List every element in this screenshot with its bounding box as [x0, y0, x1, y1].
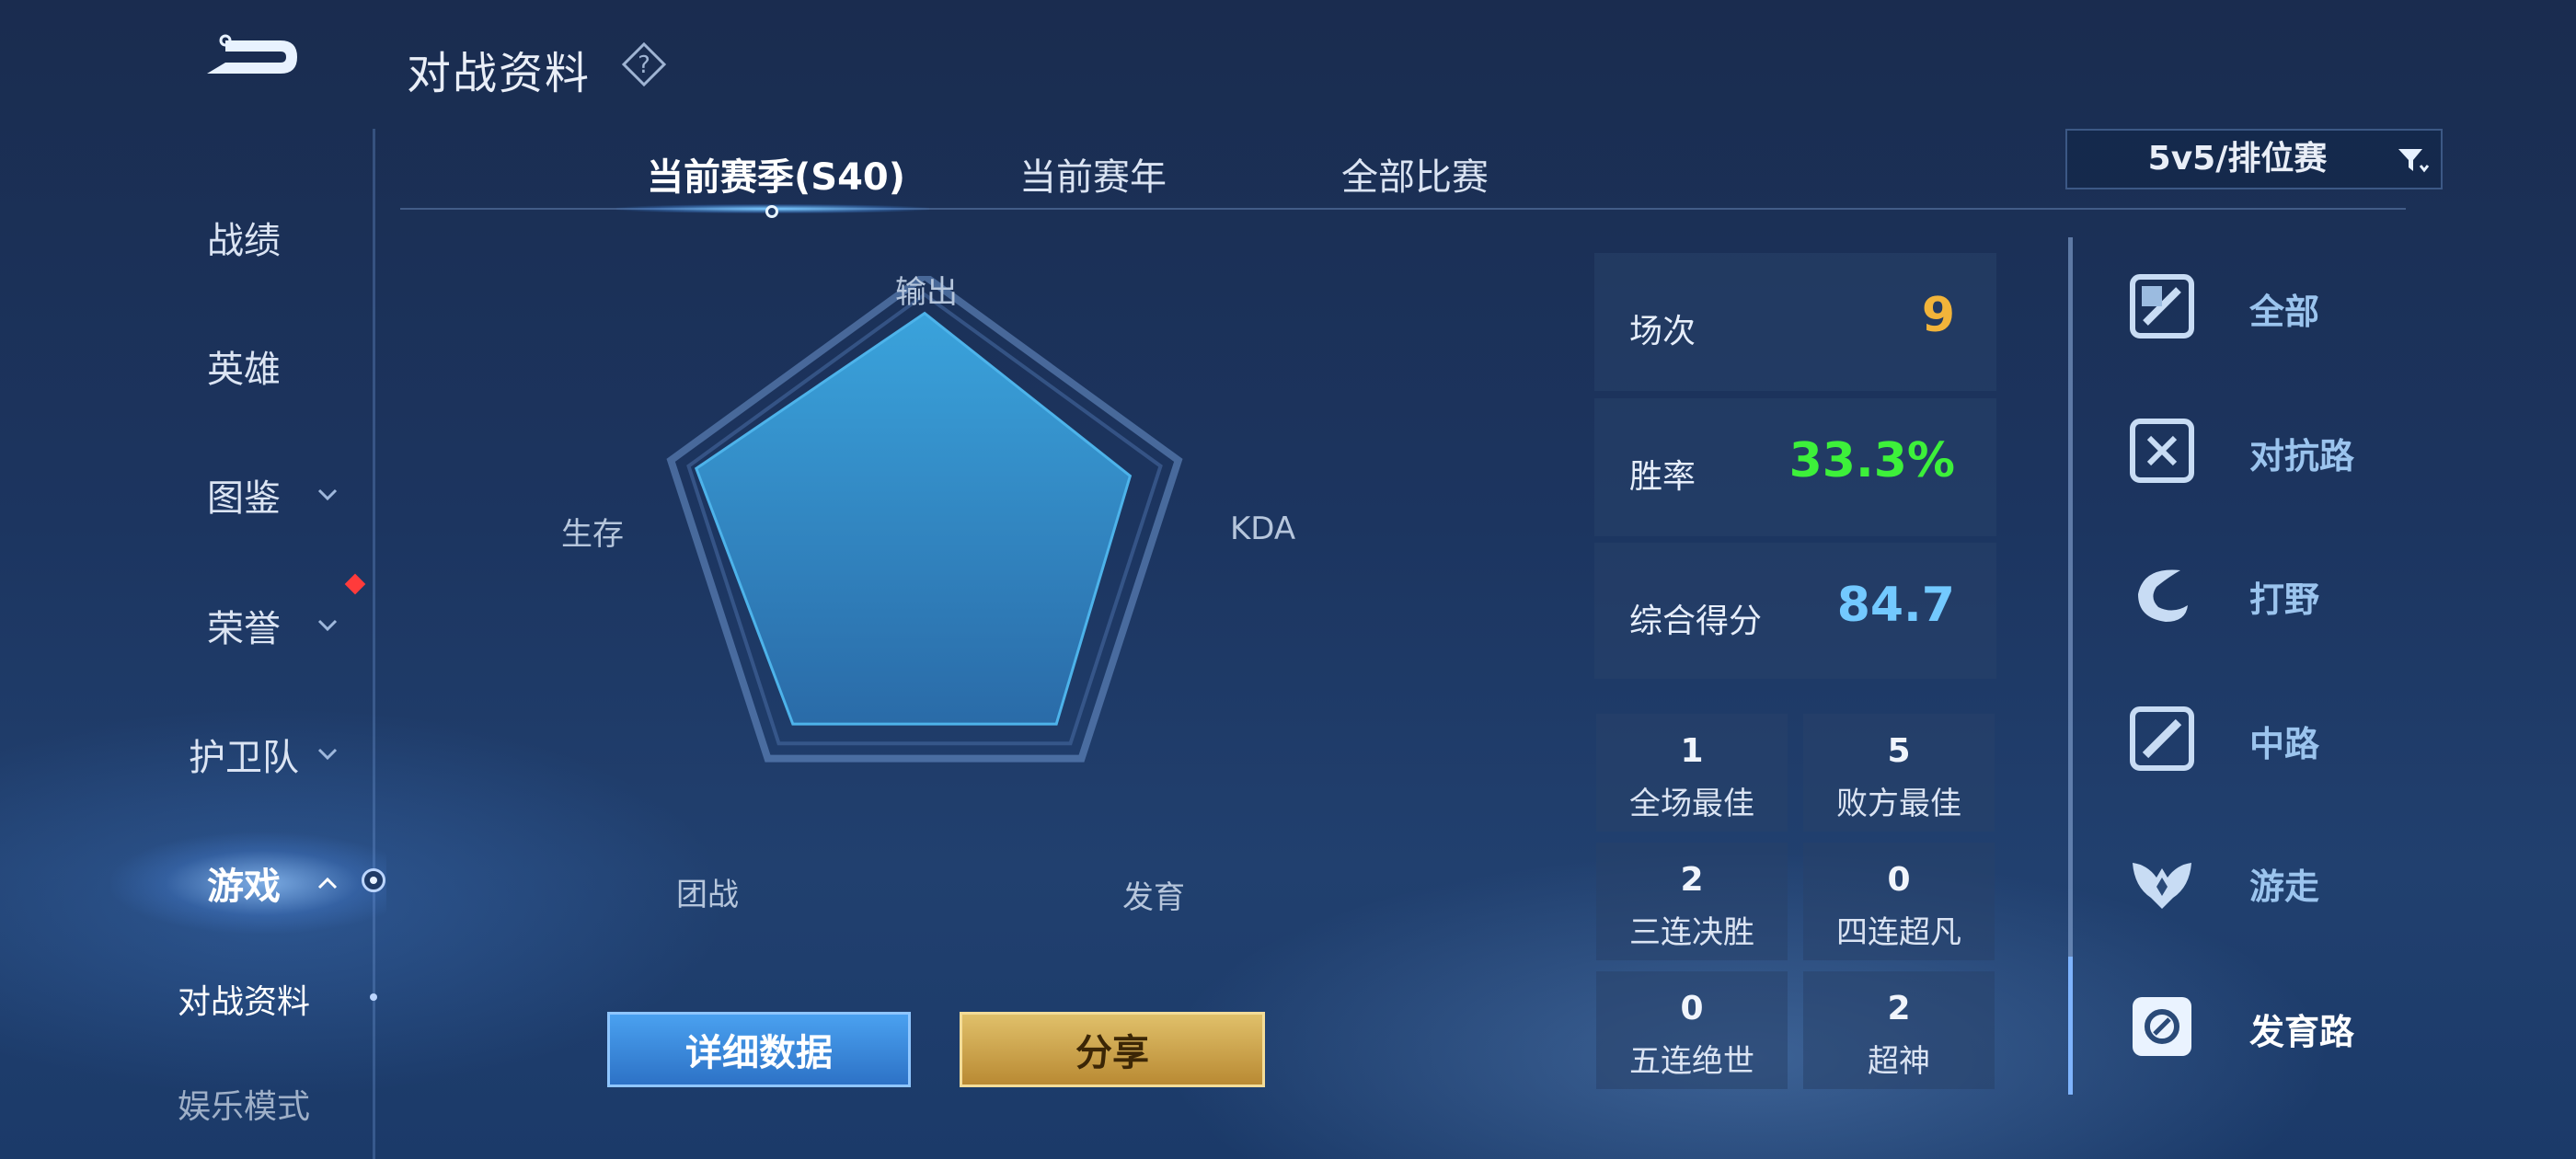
back-arrow-icon — [207, 34, 297, 74]
mode-dropdown-value: 5v5/排位赛 — [2147, 140, 2328, 178]
stat-label: 胜率 — [1629, 458, 1696, 496]
nav-item-codex[interactable]: 图鉴 — [138, 458, 350, 532]
honor-label: 四连超凡 — [1836, 914, 1961, 951]
honor-label: 超神 — [1868, 1043, 1930, 1080]
nav-sub-marker — [370, 993, 377, 1001]
back-button[interactable] — [189, 28, 308, 92]
chevron-down-icon — [317, 488, 338, 501]
chevron-down-icon — [317, 748, 338, 761]
role-label: 对抗路 — [2249, 436, 2355, 476]
role-filter-roam[interactable]: 游走 — [2125, 835, 2420, 927]
ability-radar-chart: 输出 KDA 发育 团战 生存 — [561, 271, 1306, 920]
radar-label-kda: KDA — [1230, 511, 1296, 547]
tab-active-dot — [765, 205, 778, 218]
mode-dropdown[interactable]: 5v5/排位赛 — [2065, 129, 2443, 189]
radar-label-survival: 生存 — [561, 516, 624, 553]
role-filter-mid-lane[interactable]: 中路 — [2125, 693, 2420, 785]
radar-label-teamfight: 团战 — [676, 877, 739, 913]
honor-label: 全场最佳 — [1629, 786, 1754, 822]
stat-label: 综合得分 — [1629, 602, 1763, 640]
sidebar-divider — [373, 129, 375, 1159]
role-label: 打野 — [2249, 580, 2320, 620]
nav-label: 战绩 — [207, 220, 281, 262]
svg-text:?: ? — [638, 52, 650, 79]
page-title: 对战资料 — [407, 48, 592, 99]
nav-item-heroes[interactable]: 英雄 — [138, 329, 350, 403]
honor-cell-triple-kill: 2 三连决胜 — [1596, 843, 1788, 960]
nav-label: 游戏 — [207, 866, 281, 908]
help-icon: ? — [621, 41, 667, 87]
honor-count: 1 — [1680, 732, 1704, 770]
honor-cell-legendary: 2 超神 — [1803, 971, 1995, 1089]
nav-active-marker — [362, 868, 385, 892]
radar-label-output: 输出 — [895, 274, 958, 311]
chevron-up-icon — [317, 877, 338, 889]
share-button[interactable]: 分享 — [960, 1012, 1265, 1087]
role-list-active-indicator — [2068, 957, 2073, 1095]
role-filter-jungle[interactable]: 打野 — [2125, 548, 2420, 640]
role-filter-clash-lane[interactable]: 对抗路 — [2125, 405, 2420, 497]
stat-panel-win-rate: 胜率 33.3% — [1594, 398, 1996, 536]
nav-label: 荣誉 — [207, 608, 281, 650]
nav-label: 英雄 — [207, 349, 281, 391]
mid-lane-icon — [2130, 706, 2194, 771]
honor-count: 2 — [1680, 861, 1704, 899]
nav-subitem-fun-mode[interactable]: 娱乐模式 — [138, 1067, 350, 1141]
roam-icon — [2133, 863, 2191, 909]
honor-label: 三连决胜 — [1629, 914, 1754, 951]
tab-current-year[interactable]: 当前赛年 — [1019, 147, 1167, 201]
nav-item-game[interactable]: 游戏 — [138, 846, 350, 920]
honor-cell-penta-kill: 0 五连绝世 — [1596, 971, 1788, 1089]
nav-subitem-battle-data[interactable]: 对战资料 — [138, 962, 350, 1036]
role-label: 发育路 — [2249, 1012, 2355, 1052]
honor-cell-loss-mvp: 5 败方最佳 — [1803, 714, 1995, 832]
nav-item-guard-team[interactable]: 护卫队 — [138, 717, 350, 791]
role-label: 中路 — [2249, 724, 2320, 764]
stat-value-matches: 9 — [1921, 288, 1955, 343]
honor-label: 五连绝世 — [1629, 1043, 1754, 1080]
stat-panel-score: 综合得分 84.7 — [1594, 543, 1996, 679]
role-filter-farm-lane[interactable]: 发育路 — [2125, 981, 2420, 1073]
stat-value-score: 84.7 — [1836, 578, 1955, 633]
role-label: 游走 — [2249, 866, 2320, 907]
honor-cell-quadra-kill: 0 四连超凡 — [1803, 843, 1995, 960]
role-label: 全部 — [2249, 292, 2320, 332]
nav-label: 娱乐模式 — [177, 1088, 310, 1126]
farm-lane-icon — [2133, 997, 2191, 1056]
stat-panel-matches: 场次 9 — [1594, 253, 1996, 391]
tab-current-season[interactable]: 当前赛季(S40) — [647, 147, 905, 201]
role-filter-all[interactable]: 全部 — [2125, 260, 2420, 352]
honor-count: 0 — [1680, 990, 1704, 1027]
all-roles-icon — [2130, 274, 2194, 339]
stat-label: 场次 — [1629, 313, 1696, 350]
honor-cell-mvp: 1 全场最佳 — [1596, 714, 1788, 832]
honor-label: 败方最佳 — [1836, 786, 1961, 822]
nav-item-record[interactable]: 战绩 — [138, 201, 350, 274]
honor-count: 2 — [1887, 990, 1911, 1027]
filter-icon — [2398, 149, 2430, 173]
stat-value-win-rate: 33.3% — [1788, 433, 1955, 488]
honor-count: 0 — [1887, 861, 1911, 899]
help-button[interactable]: ? — [621, 41, 667, 87]
tab-all-matches[interactable]: 全部比赛 — [1341, 147, 1489, 201]
radar-label-farm: 发育 — [1122, 879, 1185, 916]
nav-label: 护卫队 — [189, 737, 299, 779]
nav-label: 图鉴 — [207, 477, 281, 520]
chevron-down-icon — [317, 619, 338, 632]
nav-label: 对战资料 — [177, 983, 310, 1021]
detail-data-button[interactable]: 详细数据 — [607, 1012, 911, 1087]
jungle-icon — [2138, 569, 2188, 622]
clash-lane-icon — [2130, 419, 2194, 483]
honor-count: 5 — [1887, 732, 1911, 770]
nav-item-honor[interactable]: 荣誉 — [138, 589, 350, 662]
